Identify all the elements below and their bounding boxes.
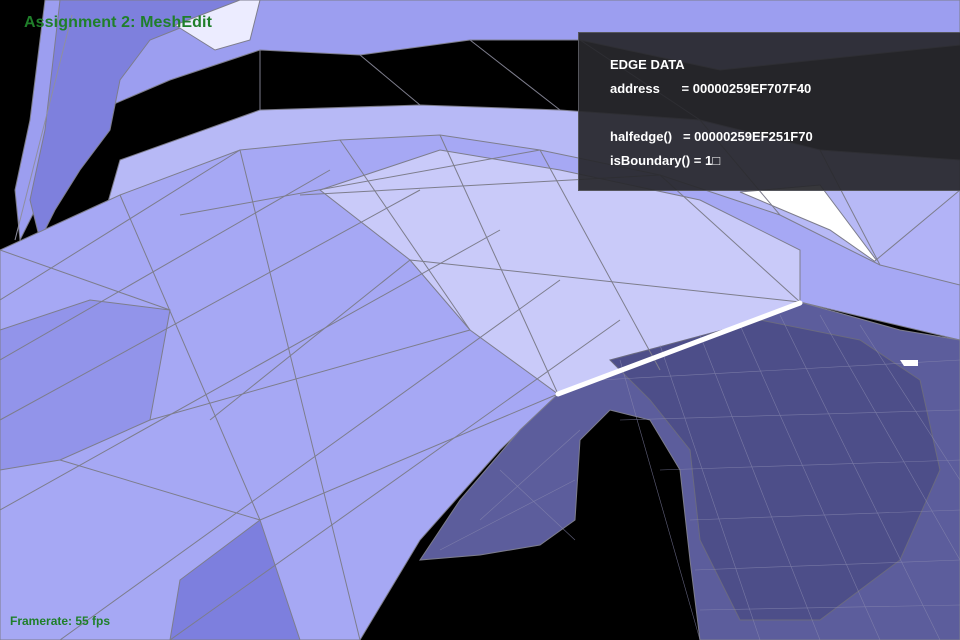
edge-halfedge: halfedge() = 00000259EF251F70 [610,129,813,144]
framerate-readout: Framerate: 55 fps [10,614,111,628]
edge-is-boundary: isBoundary() = 1□ [610,153,721,168]
app-title: Assignment 2: MeshEdit [24,14,213,31]
edge-address: address = 00000259EF707F40 [610,81,812,96]
edge-data-panel: EDGE DATA address = 00000259EF707F40 hal… [578,32,960,191]
mesh-viewport[interactable]: Assignment 2: MeshEdit Framerate: 55 fps… [0,0,960,640]
panel-header: EDGE DATA [610,57,685,72]
